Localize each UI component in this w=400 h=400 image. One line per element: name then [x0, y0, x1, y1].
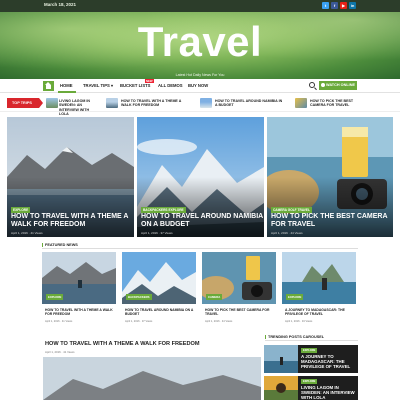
featured-title[interactable]: A JOURNEY TO MADAGASCAR: THE PRIVILEGE O… [285, 308, 355, 316]
featured-meta: April 1, 2016 · 37 Views [125, 320, 153, 323]
search-icon[interactable] [309, 82, 315, 88]
nav-item-buy-now[interactable]: BUY NOW [188, 83, 208, 88]
featured-title[interactable]: HOW TO PICK THE BEST CAMERA FOR TRAVEL [205, 308, 275, 316]
youtube-icon[interactable]: ▶ [340, 2, 347, 9]
ticker-item-title: HOW TO TRAVEL AROUND NAMIBIA IN A BUDGET [215, 99, 283, 108]
featured-news-header: FEATURED NEWS [42, 243, 358, 249]
hero-title[interactable]: HOW TO PICK THE BEST CAMERA FOR TRAVEL [271, 213, 393, 229]
hero-card[interactable]: EXPLORE HOW TO TRAVEL WITH A THEME A WAL… [7, 117, 134, 237]
category-badge[interactable]: EXPLORE [46, 294, 64, 300]
featured-title[interactable]: HOW TO TRAVEL WITH A THEME A WALK FOR FR… [45, 308, 115, 316]
trending-item-title[interactable]: A JOURNEY TO MADAGASCAR: THE PRIVILEGE O… [301, 354, 357, 369]
nav-item-travel-tips[interactable]: TRAVEL TIPS ▾ [83, 83, 113, 88]
category-badge[interactable]: CAMERA [206, 294, 223, 300]
hero-card[interactable]: BACKPACKERS EXPLORE HOW TO TRAVEL AROUND… [137, 117, 264, 237]
nav-item-home[interactable]: HOME [60, 83, 73, 88]
trending-title: TRENDING POSTS CAROUSEL [265, 335, 324, 339]
main-post-title[interactable]: HOW TO TRAVEL WITH A THEME A WALK FOR FR… [45, 341, 200, 347]
hero-meta: April 1, 2016 · 37 Views [141, 231, 173, 235]
category-badge[interactable]: EXPLORE [301, 348, 318, 353]
ticker-label: TOP TRIPS [7, 98, 43, 108]
featured-title[interactable]: HOW TO TRAVEL AROUND NAMIBIA ON A BUDGET [125, 308, 195, 316]
featured-news-title: FEATURED NEWS [42, 243, 78, 247]
watch-online-label: WATCH ONLINE [325, 83, 356, 87]
trending-thumbnail [264, 345, 298, 373]
ticker-item-title: HOW TO PICK THE BEST CAMERA FOR TRAVEL [310, 99, 354, 108]
featured-meta: April 1, 2016 · 34 Views [285, 320, 313, 323]
main-post-image[interactable] [43, 357, 261, 400]
trending-header: TRENDING POSTS CAROUSEL [265, 335, 358, 341]
featured-card[interactable]: EXPLORE HOW TO TRAVEL WITH A THEME A WAL… [42, 252, 116, 332]
hero-card[interactable]: CAMERA GOLF TRAVEL HOW TO PICK THE BEST … [267, 117, 393, 237]
featured-meta: April 1, 2016 · 41 Views [45, 320, 73, 323]
top-bar: March 18, 2021 t f ▶ in [0, 0, 400, 12]
category-badge[interactable]: BACKPACKERS [126, 294, 152, 300]
new-badge: NEW [145, 79, 154, 83]
ticker-thumbnail [200, 98, 212, 108]
featured-card[interactable]: BACKPACKERS HOW TO TRAVEL AROUND NAMIBIA… [122, 252, 196, 332]
top-trips-ticker: TOP TRIPS LIVING LAGOM IN SWEDEN: AN INT… [0, 94, 400, 116]
hero-meta: April 1, 2016 · 41 Views [11, 231, 43, 235]
current-date: March 18, 2021 [44, 2, 77, 7]
ticker-thumbnail [46, 98, 58, 108]
hero-title[interactable]: HOW TO TRAVEL WITH A THEME A WALK FOR FR… [11, 213, 133, 229]
hero-meta: April 1, 2016 · 44 Views [271, 231, 303, 235]
main-post-scene [43, 357, 261, 400]
home-icon[interactable] [43, 81, 54, 91]
ticker-item-title: HOW TO TRAVEL WITH A THEME A WALK FOR FR… [121, 99, 182, 108]
social-links: t f ▶ in [322, 2, 356, 9]
featured-meta: April 1, 2016 · 44 Views [205, 320, 233, 323]
site-title[interactable]: Travel [0, 18, 400, 66]
facebook-icon[interactable]: f [331, 2, 338, 9]
featured-card[interactable]: CAMERA HOW TO PICK THE BEST CAMERA FOR T… [202, 252, 276, 332]
site-header: Travel Latest Hot Daily News For You [0, 12, 400, 79]
trending-item[interactable]: EXPLORE LIVING LAGOM IN SWEDEN: AN INTER… [264, 376, 358, 400]
category-badge[interactable]: EXPLORE [301, 379, 318, 384]
nav-active-indicator [58, 91, 76, 93]
main-post-meta: April 1, 2016 · 41 Views [45, 350, 75, 354]
twitter-icon[interactable]: t [322, 2, 329, 9]
nav-item-bucket-lists[interactable]: BUCKET LISTS [120, 83, 150, 88]
ticker-thumbnail [295, 98, 307, 108]
nav-item-all-demos[interactable]: ALL DEMOS [158, 83, 183, 88]
featured-card[interactable]: EXPLORE A JOURNEY TO MADAGASCAR: THE PRI… [282, 252, 356, 332]
trending-item-title[interactable]: LIVING LAGOM IN SWEDEN: AN INTERVIEW WIT… [301, 385, 357, 400]
ticker-thumbnail [106, 98, 118, 108]
linkedin-icon[interactable]: in [349, 2, 356, 9]
trending-thumbnail [264, 376, 298, 400]
category-badge[interactable]: EXPLORE [286, 294, 304, 300]
main-nav: HOME TRAVEL TIPS ▾ BUCKET LISTS NEW ALL … [0, 79, 400, 93]
site-tagline: Latest Hot Daily News For You [175, 73, 225, 77]
ticker-item-title: LIVING LAGOM IN SWEDEN: AN INTERVIEW WIT… [59, 99, 90, 117]
hero-title[interactable]: HOW TO TRAVEL AROUND NAMIBIA ON A BUDGET [141, 213, 263, 229]
trending-item[interactable]: EXPLORE A JOURNEY TO MADAGASCAR: THE PRI… [264, 345, 358, 373]
play-icon [321, 83, 325, 87]
